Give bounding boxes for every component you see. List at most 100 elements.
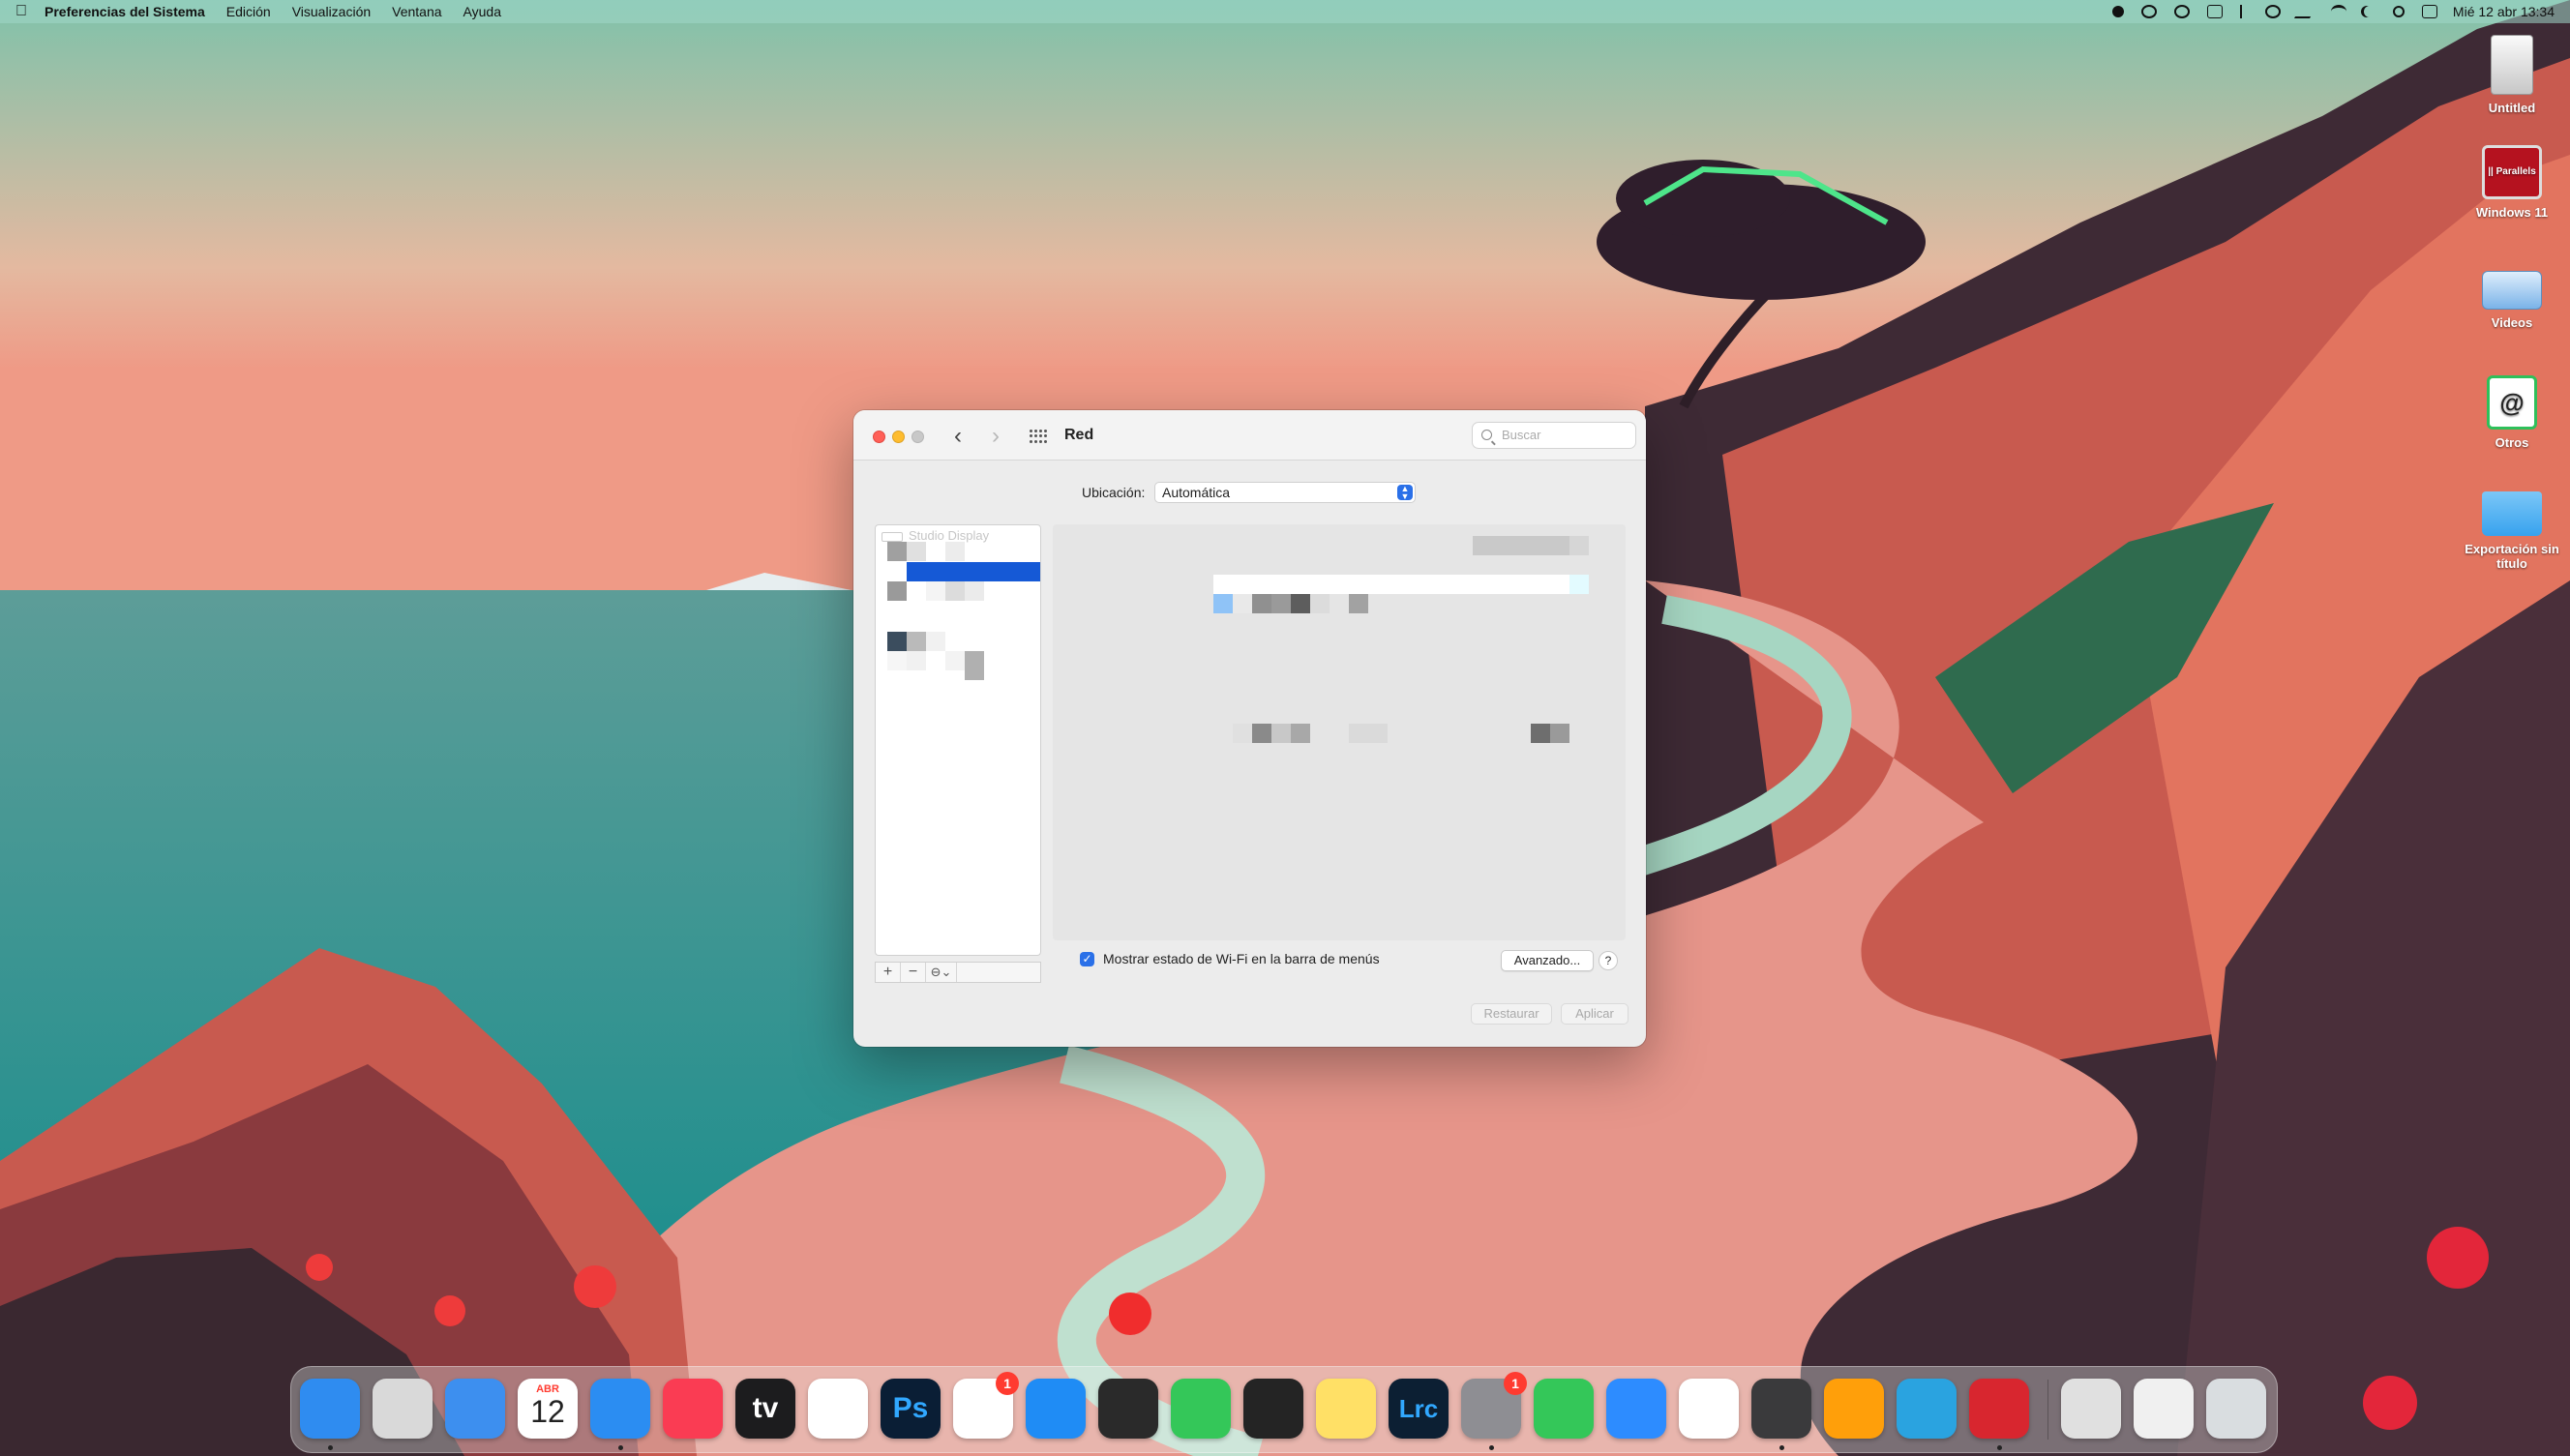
disk-icon xyxy=(2491,35,2533,95)
zoom-window-button[interactable] xyxy=(911,431,924,443)
dock-reminders-icon[interactable] xyxy=(808,1379,868,1439)
search-placeholder: Buscar xyxy=(1502,428,1541,442)
menu-app-name[interactable]: Preferencias del Sistema xyxy=(45,4,205,19)
dock-calendar-icon[interactable]: ABR 12 xyxy=(518,1379,578,1439)
network-detail-pane xyxy=(1053,524,1626,940)
list-item-pixel xyxy=(887,651,907,670)
list-item-pixel xyxy=(907,632,926,651)
menu-clock[interactable]: Mié 12 abr 13:34 xyxy=(2453,4,2555,19)
dock-notification-badge: 1 xyxy=(996,1372,1019,1395)
dock-messages-icon[interactable] xyxy=(1534,1379,1594,1439)
desktop-icon-videos[interactable]: Videos xyxy=(2459,261,2565,330)
creative-cloud-icon[interactable] xyxy=(2173,5,2190,18)
sidebar-header-studio-display[interactable]: Studio Display xyxy=(882,528,989,543)
field-pixel xyxy=(1291,594,1310,613)
network-services-list[interactable]: Studio Display xyxy=(875,524,1041,956)
moon-icon[interactable] xyxy=(2364,6,2376,17)
list-item-pixel xyxy=(945,542,965,561)
service-actions-button[interactable]: ⊖⌄ xyxy=(926,963,957,982)
dock-parallels-icon[interactable] xyxy=(1969,1379,2029,1439)
status-menu-extras xyxy=(2111,5,2437,18)
display-icon xyxy=(882,531,903,542)
list-item-pixel xyxy=(887,542,907,561)
remove-service-button[interactable]: − xyxy=(901,963,926,982)
menu-ventana[interactable]: Ventana xyxy=(392,4,441,19)
dock-preview-icon[interactable] xyxy=(2134,1379,2194,1439)
screen-mirroring-icon[interactable] xyxy=(2206,5,2223,18)
show-all-grid-icon[interactable] xyxy=(1030,430,1047,443)
dock-running-indicator xyxy=(328,1445,333,1450)
menu-ayuda[interactable]: Ayuda xyxy=(463,4,501,19)
list-item-selected[interactable] xyxy=(907,562,1040,581)
dock-photoshop-icon[interactable]: Ps xyxy=(881,1379,941,1439)
field-pixel xyxy=(1310,594,1330,613)
close-window-button[interactable] xyxy=(873,431,885,443)
location-row: Ubicación: Automática ▲ ▼ xyxy=(853,482,1646,503)
show-wifi-status-checkbox[interactable]: ✓ xyxy=(1080,951,1094,966)
desktop-icon-exportacion[interactable]: Exportación sin título xyxy=(2459,491,2565,571)
help-button[interactable]: ? xyxy=(1599,951,1618,970)
back-chevron-icon[interactable]: ‹ xyxy=(954,423,962,450)
menu-visualizacion[interactable]: Visualización xyxy=(292,4,371,19)
dock-obs-icon[interactable] xyxy=(1243,1379,1303,1439)
dock-chrome-icon[interactable] xyxy=(1679,1379,1739,1439)
dock-mail-icon[interactable] xyxy=(445,1379,505,1439)
bluetooth-icon[interactable] xyxy=(2239,5,2248,18)
dock-app-text: tv xyxy=(752,1392,779,1424)
list-item-pixel xyxy=(887,632,907,651)
revert-button[interactable]: Restaurar xyxy=(1471,1003,1552,1025)
control-center-icon[interactable] xyxy=(2421,5,2437,18)
chevron-updown-icon: ▲ ▼ xyxy=(1397,485,1413,501)
dock-appstore-icon[interactable] xyxy=(1026,1379,1086,1439)
list-item-pixel xyxy=(907,651,926,670)
forward-chevron-icon[interactable]: › xyxy=(992,423,1000,450)
dock-appletv-icon[interactable]: tv xyxy=(735,1379,795,1439)
list-item-pixel xyxy=(945,651,965,670)
apple-menu-icon[interactable]:  xyxy=(15,3,39,20)
dock-pages-icon[interactable] xyxy=(1824,1379,1884,1439)
dock-music-icon[interactable] xyxy=(663,1379,723,1439)
dock-finder-icon[interactable] xyxy=(300,1379,360,1439)
advanced-button[interactable]: Avanzado... xyxy=(1501,950,1594,971)
field-pixel xyxy=(1233,594,1252,613)
globe-icon[interactable] xyxy=(2140,5,2157,18)
list-item-pixel xyxy=(965,651,984,680)
dock-telegram-icon[interactable] xyxy=(1897,1379,1957,1439)
search-icon xyxy=(1481,430,1492,440)
list-item-pixel xyxy=(965,581,984,601)
dock-launchpad-icon[interactable] xyxy=(373,1379,433,1439)
desktop-icon-otros[interactable]: @ Otros xyxy=(2459,375,2565,450)
window-titlebar: ‹ › Red Buscar xyxy=(853,410,1646,461)
record-icon[interactable] xyxy=(2111,6,2124,17)
service-list-toolbar: + − ⊖⌄ xyxy=(875,962,1041,983)
location-select[interactable]: Automática ▲ ▼ xyxy=(1154,482,1416,503)
play-icon[interactable] xyxy=(2264,5,2281,18)
dock-safari-icon[interactable] xyxy=(590,1379,650,1439)
folder-icon xyxy=(2482,491,2542,536)
show-wifi-status-label[interactable]: Mostrar estado de Wi-Fi en la barra de m… xyxy=(1103,951,1380,966)
dock-quicktime-icon[interactable] xyxy=(1751,1379,1811,1439)
wifi-icon[interactable] xyxy=(2330,5,2346,18)
minimize-window-button[interactable] xyxy=(892,431,905,443)
apply-button[interactable]: Aplicar xyxy=(1561,1003,1629,1025)
search-field[interactable]: Buscar xyxy=(1472,422,1636,449)
dock-facetime-icon[interactable] xyxy=(1171,1379,1231,1439)
desktop-icon-windows-11[interactable]: || Parallels Windows 11 xyxy=(2459,145,2565,220)
dock-lightroom-icon[interactable]: Lrc xyxy=(1389,1379,1449,1439)
field-pixel xyxy=(1291,724,1310,743)
desktop-icon-untitled[interactable]: Untitled xyxy=(2459,35,2565,115)
add-service-button[interactable]: + xyxy=(876,963,901,982)
menu-edicion[interactable]: Edición xyxy=(226,4,271,19)
dock-screenshot-icon[interactable] xyxy=(2061,1379,2121,1439)
spotlight-icon[interactable] xyxy=(2392,6,2405,17)
field-pixel xyxy=(1213,594,1233,613)
dock-trash-icon[interactable] xyxy=(2206,1379,2266,1439)
dock-app-text: Lrc xyxy=(1398,1394,1439,1423)
dock-notes-icon[interactable] xyxy=(1316,1379,1376,1439)
dock-zoom-icon[interactable] xyxy=(1606,1379,1666,1439)
mute-icon[interactable] xyxy=(2293,5,2317,18)
field-pixel xyxy=(1271,724,1291,743)
menu-bar:  Preferencias del Sistema Edición Visua… xyxy=(0,0,2570,23)
dock-running-indicator xyxy=(1779,1445,1784,1450)
dock-finalcut-icon[interactable] xyxy=(1098,1379,1158,1439)
